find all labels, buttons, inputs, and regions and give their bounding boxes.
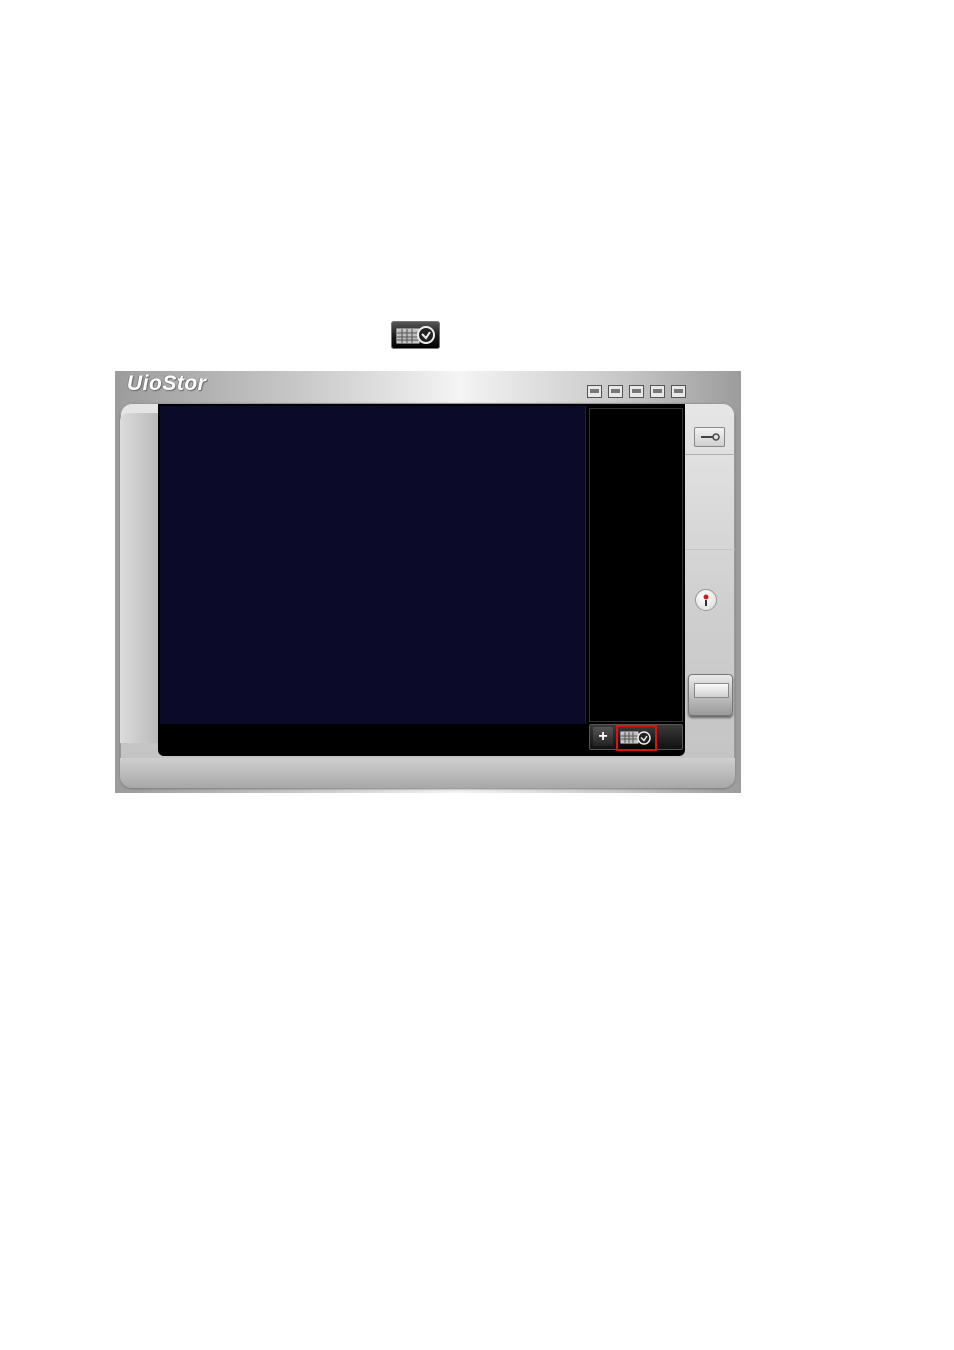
layout-1x1-icon[interactable] bbox=[587, 385, 602, 398]
layout-2x2-icon[interactable] bbox=[608, 385, 623, 398]
toggle-panel-button[interactable] bbox=[688, 674, 733, 716]
list-toolbar: + bbox=[589, 724, 683, 751]
left-bezel bbox=[120, 413, 160, 743]
settings-wrench-button[interactable] bbox=[694, 427, 725, 447]
wrench-icon bbox=[701, 433, 720, 441]
brand-logo: UioStor bbox=[127, 372, 207, 395]
app-window: UioStor + bbox=[115, 371, 741, 793]
bottom-bezel bbox=[120, 758, 735, 788]
record-mic-icon bbox=[703, 594, 709, 606]
schedule-button[interactable] bbox=[616, 725, 657, 751]
fullscreen-icon[interactable] bbox=[671, 385, 686, 398]
monitor-panel: + bbox=[158, 404, 685, 756]
schedule-calendar-clock-icon bbox=[620, 731, 651, 745]
record-button[interactable] bbox=[695, 589, 717, 611]
schedule-calendar-clock-icon bbox=[391, 321, 440, 349]
camera-list[interactable] bbox=[589, 408, 683, 722]
monitor-icon[interactable] bbox=[650, 385, 665, 398]
main-frame: + bbox=[120, 403, 735, 788]
divider bbox=[685, 549, 735, 550]
divider bbox=[685, 454, 735, 455]
video-display[interactable] bbox=[160, 406, 586, 724]
layout-3x3-icon[interactable] bbox=[629, 385, 644, 398]
add-button[interactable]: + bbox=[593, 727, 613, 746]
